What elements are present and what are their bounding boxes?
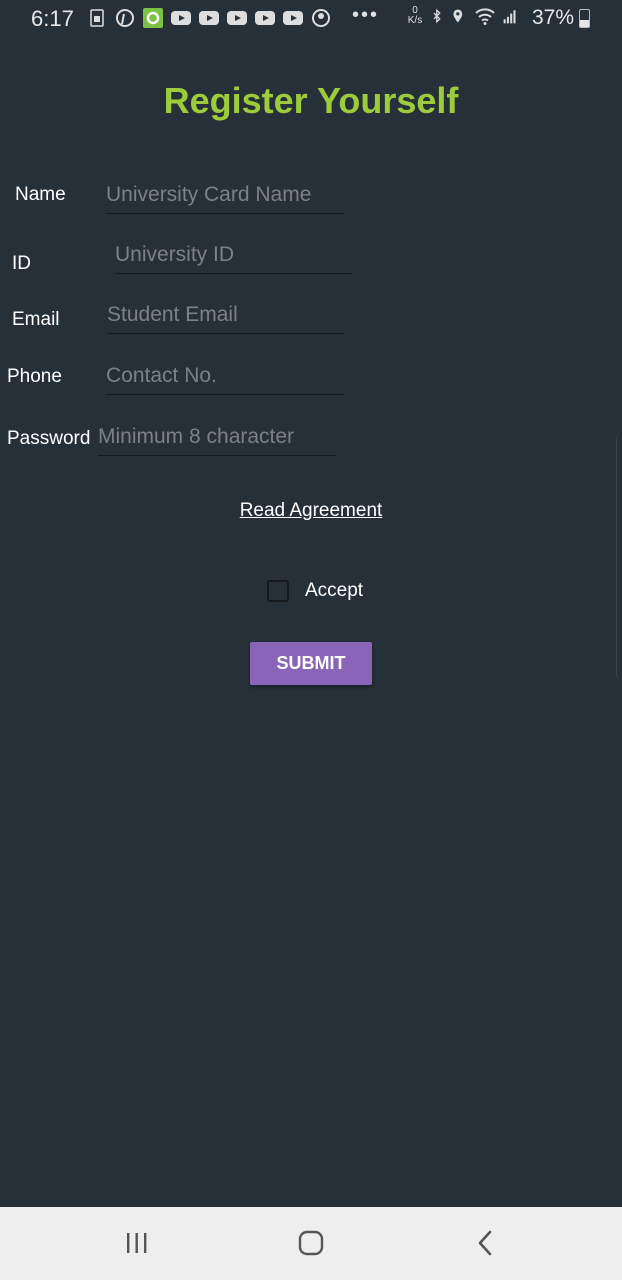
password-input[interactable] xyxy=(98,419,336,456)
net-speed: 0 K/s xyxy=(404,6,426,26)
accept-label: Accept xyxy=(305,580,364,601)
youtube-icon xyxy=(227,11,247,25)
submit-button[interactable]: SUBMIT xyxy=(250,642,372,685)
edge-panel-handle[interactable] xyxy=(616,434,622,680)
status-bar: 6:17 ••• 0 K/s 37% xyxy=(0,0,622,38)
register-screen: 6:17 ••• 0 K/s 37% Register Yourself Nam… xyxy=(0,0,622,1280)
accept-row[interactable]: Accept xyxy=(267,580,363,602)
id-label: ID xyxy=(12,253,31,274)
back-icon xyxy=(478,1230,492,1256)
app-icon xyxy=(143,8,163,28)
status-time: 6:17 xyxy=(31,6,74,31)
email-input[interactable] xyxy=(107,297,345,334)
phone-input[interactable] xyxy=(106,358,344,395)
more-icon: ••• xyxy=(352,4,380,26)
navigation-bar xyxy=(0,1207,622,1280)
net-speed-unit: K/s xyxy=(407,15,423,26)
account-icon xyxy=(312,9,330,27)
wifi-icon xyxy=(475,8,495,25)
password-label: Password xyxy=(7,428,91,449)
home-icon xyxy=(298,1230,324,1256)
youtube-icon xyxy=(255,11,275,25)
battery-percent: 37% xyxy=(532,6,575,29)
recents-button[interactable] xyxy=(117,1225,157,1261)
accept-checkbox[interactable] xyxy=(267,580,289,602)
pinterest-icon xyxy=(116,9,134,27)
name-input[interactable] xyxy=(106,177,344,214)
youtube-icon xyxy=(171,11,191,25)
recents-icon xyxy=(127,1233,147,1253)
name-label: Name xyxy=(15,184,66,205)
youtube-icon xyxy=(283,11,303,25)
page-title: Register Yourself xyxy=(163,80,459,121)
system-icons: 0 K/s xyxy=(404,6,520,26)
back-button[interactable] xyxy=(465,1225,505,1261)
notification-icons xyxy=(86,8,332,28)
battery-icon xyxy=(579,9,590,28)
agreement-row: Read Agreement xyxy=(0,500,622,522)
sim-icon xyxy=(90,9,104,27)
location-icon xyxy=(453,9,463,23)
read-agreement-link[interactable]: Read Agreement xyxy=(240,500,383,521)
id-input[interactable] xyxy=(115,237,353,274)
bluetooth-icon xyxy=(433,8,441,24)
signal-icon xyxy=(503,10,516,24)
youtube-icon xyxy=(199,11,219,25)
email-label: Email xyxy=(12,309,60,330)
home-button[interactable] xyxy=(291,1225,331,1261)
phone-label: Phone xyxy=(7,366,62,387)
